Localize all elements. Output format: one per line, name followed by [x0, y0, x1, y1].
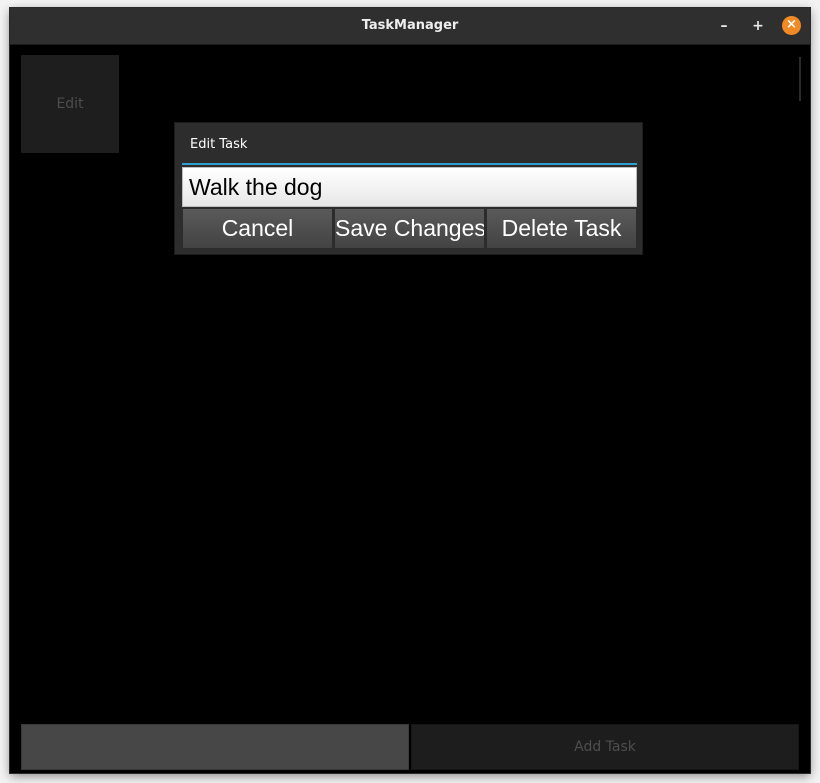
- edit-task-tile[interactable]: Edit: [21, 55, 119, 153]
- dialog-title: Edit Task: [190, 137, 248, 152]
- dialog-divider: [182, 163, 637, 165]
- app-window: TaskManager – + × Edit Edit Task Cancel …: [10, 8, 810, 773]
- cancel-button[interactable]: Cancel: [182, 208, 333, 249]
- close-button[interactable]: ×: [782, 16, 801, 35]
- edit-task-dialog: Edit Task Cancel Save Changes Delete Tas…: [175, 123, 642, 254]
- window-title: TaskManager: [361, 18, 459, 33]
- save-changes-button[interactable]: Save Changes: [334, 208, 485, 249]
- title-bar: TaskManager – + ×: [10, 8, 810, 45]
- main-content: Edit Edit Task Cancel Save Changes Delet…: [10, 45, 810, 773]
- delete-task-button[interactable]: Delete Task: [486, 208, 637, 249]
- minimize-button[interactable]: –: [714, 16, 734, 36]
- task-name-input[interactable]: [182, 167, 637, 207]
- new-task-input[interactable]: [21, 724, 409, 770]
- maximize-button[interactable]: +: [748, 16, 768, 36]
- scroll-indicator[interactable]: [799, 57, 801, 101]
- add-task-button[interactable]: Add Task: [411, 724, 799, 770]
